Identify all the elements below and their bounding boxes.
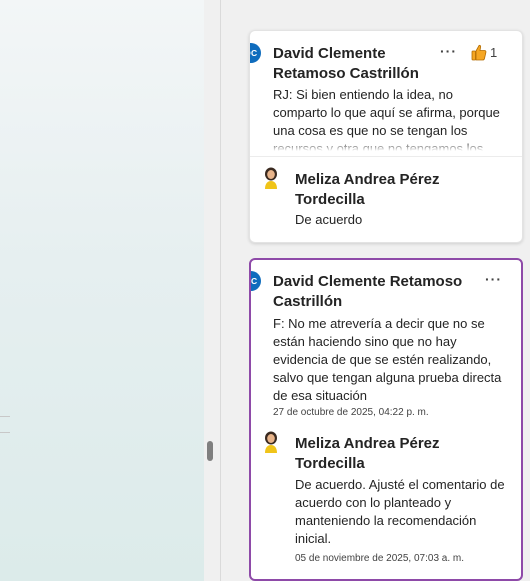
comment-timestamp: 27 de octubre de 2025, 04:22 p. m. [273, 407, 429, 418]
reply-author: Meliza Andrea Pérez Tordecilla [295, 171, 440, 208]
person-avatar-icon [265, 167, 277, 189]
comment-card[interactable]: DC David Clemente Retamoso Castrillón ··… [249, 30, 523, 243]
like-button[interactable]: 1 [471, 44, 497, 61]
document-page [0, 0, 204, 581]
scroll-gutter [204, 0, 220, 581]
reply-text: De acuerdo [295, 212, 363, 227]
comment-text: RJ: Si bien entiendo la idea, no compart… [273, 86, 509, 151]
comment-card-active[interactable]: DC David Clemente Retamoso Castrillón ··… [249, 258, 523, 581]
like-count: 1 [490, 45, 498, 60]
comment-text: F: No me atrevería a decir que no se est… [273, 316, 502, 403]
page-edge-mark [0, 416, 10, 417]
more-options-button[interactable]: ··· [485, 271, 502, 287]
comment-author: David Clemente Retamoso Castrillón [273, 45, 419, 82]
avatar: DC [251, 271, 261, 291]
comments-pane: DC David Clemente Retamoso Castrillón ··… [221, 0, 530, 581]
reply-text: De acuerdo. Ajusté el comentario de acue… [295, 477, 505, 546]
comment-author: David Clemente Retamoso Castrillón [273, 273, 463, 310]
reply-author: Meliza Andrea Pérez Tordecilla [295, 435, 440, 472]
thumbs-up-icon [471, 44, 487, 61]
page-edge-mark [0, 432, 10, 433]
avatar: DC [250, 43, 261, 63]
reply-separator [250, 156, 522, 157]
person-avatar-icon [265, 431, 277, 453]
more-options-button[interactable]: ··· [440, 43, 457, 59]
reply-timestamp: 05 de noviembre de 2025, 07:03 a. m. [295, 553, 465, 564]
scrollbar-thumb[interactable] [207, 441, 213, 461]
